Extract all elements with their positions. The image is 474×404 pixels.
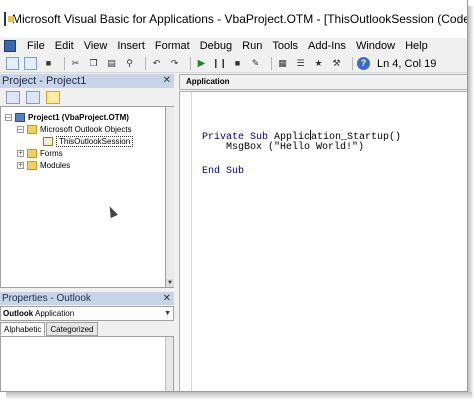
tree-item-project[interactable]: – Project1 (VbaProject.OTM) <box>5 111 129 123</box>
tree-item-forms[interactable]: + Forms <box>17 147 63 159</box>
save-icon[interactable]: ■ <box>42 57 55 70</box>
menu-tools[interactable]: Tools <box>267 40 303 52</box>
expand-icon[interactable]: + <box>17 149 24 157</box>
code-line-3: End Sub <box>202 166 245 177</box>
project-explorer-title-text: Project - Project1 <box>2 75 87 87</box>
menu-window[interactable]: Window <box>351 40 400 52</box>
menu-debug[interactable]: Debug <box>195 40 237 52</box>
copy-icon[interactable]: ❐ <box>87 57 100 70</box>
menu-bar: File Edit View Insert Format Debug Run T… <box>0 38 467 54</box>
close-icon[interactable]: ✕ <box>163 292 171 305</box>
project-icon <box>15 112 25 122</box>
menu-insert[interactable]: Insert <box>112 40 150 52</box>
tab-alphabetic[interactable]: Alphabetic <box>0 322 46 336</box>
system-menu-icon[interactable] <box>4 40 16 52</box>
toolbar-separator <box>145 57 146 70</box>
view-object-icon[interactable] <box>26 90 40 104</box>
collapse-icon[interactable]: – <box>5 113 12 121</box>
break-icon[interactable]: ❙❙ <box>212 57 227 70</box>
help-icon[interactable]: ? <box>357 57 370 70</box>
folder-icon <box>27 124 37 134</box>
object-selector-type: Application <box>35 309 75 318</box>
menu-edit[interactable]: Edit <box>50 40 79 52</box>
insert-module-icon[interactable] <box>24 57 37 70</box>
window-shadow <box>468 6 474 398</box>
object-selector[interactable]: Outlook Application ▼ <box>0 306 174 321</box>
properties-window-icon[interactable]: ☰ <box>294 57 307 70</box>
tree-item-this-outlook-session[interactable]: ThisOutlookSession <box>43 135 134 147</box>
project-explorer-title: Project - Project1 ✕ <box>0 74 174 88</box>
redo-icon[interactable]: ↷ <box>168 57 181 70</box>
project-tree-scrollbar[interactable]: ▼ <box>166 106 174 288</box>
design-mode-icon[interactable]: ✎ <box>249 57 262 70</box>
toolbar-separator <box>190 57 191 70</box>
menu-view[interactable]: View <box>79 40 113 52</box>
tree-item-label: Forms <box>40 148 63 158</box>
properties-scrollbar[interactable] <box>165 337 173 391</box>
class-module-icon <box>43 136 53 146</box>
tree-item-label: Modules <box>40 160 71 170</box>
project-tree: – Project1 (VbaProject.OTM) – Microsoft … <box>0 106 166 288</box>
tree-item-label: Microsoft Outlook Objects <box>40 124 132 134</box>
menu-format[interactable]: Format <box>150 40 195 52</box>
code-line-2: MsgBox ("Hello World!") <box>202 142 365 153</box>
standard-toolbar: ■ ✂ ❐ ▤ ⚲ ↶ ↷ ▶ ❙❙ ■ ✎ ▦ ☰ ★ ⚒ ? Ln 4, C… <box>0 55 467 73</box>
cut-icon[interactable]: ✂ <box>69 57 82 70</box>
properties-grid[interactable] <box>0 336 174 391</box>
menu-run[interactable]: Run <box>237 40 267 52</box>
toolbar-separator <box>352 57 353 70</box>
tree-item-modules[interactable]: + Modules <box>17 159 70 171</box>
tab-categorized[interactable]: Categorized <box>46 322 98 336</box>
find-icon[interactable]: ⚲ <box>123 57 136 70</box>
expand-icon[interactable]: + <box>17 161 24 169</box>
toolbar-separator <box>64 57 65 70</box>
margin-indicator-bar[interactable] <box>180 92 192 391</box>
object-browser-icon[interactable]: ★ <box>312 57 325 70</box>
tree-item-label: Project1 (VbaProject.OTM) <box>28 112 129 122</box>
collapse-icon[interactable]: – <box>17 125 24 133</box>
code-editor[interactable]: Private Sub Application_Startup() MsgBox… <box>179 91 467 391</box>
folder-icon <box>27 148 37 158</box>
undo-icon[interactable]: ↶ <box>150 57 163 70</box>
toolbox-icon[interactable]: ⚒ <box>330 57 343 70</box>
close-icon[interactable]: ✕ <box>163 74 171 88</box>
scroll-down-icon[interactable]: ▼ <box>166 279 174 287</box>
window-shadow <box>6 392 472 400</box>
properties-window-title: Properties - Outlook ✕ <box>0 292 174 305</box>
project-explorer-icon[interactable]: ▦ <box>276 57 289 70</box>
vba-app-icon <box>4 12 14 26</box>
object-combo[interactable]: Application <box>179 74 467 90</box>
window-title: Microsoft Visual Basic for Applications … <box>12 12 468 26</box>
menu-add-ins[interactable]: Add-Ins <box>303 40 351 52</box>
object-selector-name: Outlook <box>3 309 34 318</box>
run-icon[interactable]: ▶ <box>195 57 208 70</box>
tree-item-outlook-objects[interactable]: – Microsoft Outlook Objects <box>17 123 132 135</box>
project-explorer-toolbar <box>0 88 174 106</box>
view-code-icon[interactable] <box>6 90 20 104</box>
dropdown-arrow-icon[interactable]: ▼ <box>164 307 171 320</box>
title-bar: Microsoft Visual Basic for Applications … <box>0 0 468 38</box>
view-host-app-icon[interactable] <box>6 57 19 70</box>
vba-editor-window: Microsoft Visual Basic for Applications … <box>0 0 468 392</box>
properties-window-title-text: Properties - Outlook <box>2 293 91 304</box>
paste-icon[interactable]: ▤ <box>105 57 118 70</box>
toggle-folders-icon[interactable] <box>46 90 60 104</box>
properties-tabs: Alphabetic Categorized <box>0 322 99 336</box>
cursor-position: Ln 4, Col 19 <box>377 57 437 70</box>
folder-icon <box>27 160 37 170</box>
toolbar-separator <box>271 57 272 70</box>
menu-help[interactable]: Help <box>400 40 433 52</box>
menu-file[interactable]: File <box>22 40 50 52</box>
reset-icon[interactable]: ■ <box>231 57 244 70</box>
tree-item-label: ThisOutlookSession <box>56 135 134 147</box>
